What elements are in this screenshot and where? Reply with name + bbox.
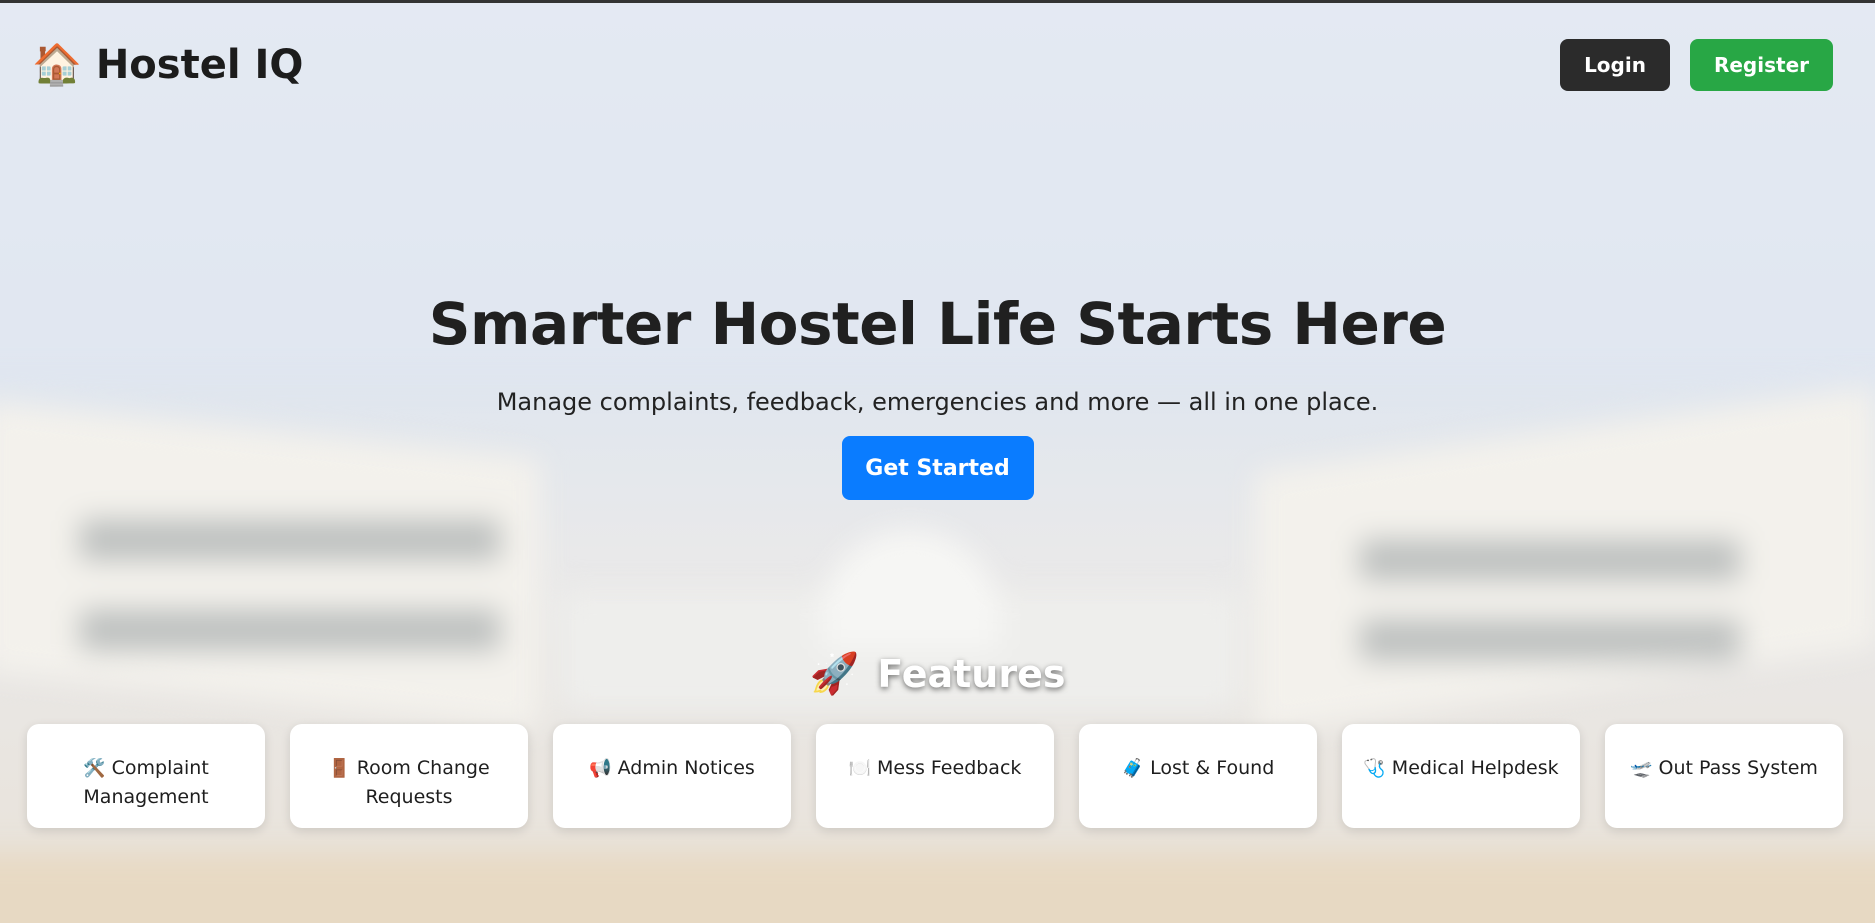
megaphone-icon: 📢 [589, 758, 612, 779]
get-started-button[interactable]: Get Started [841, 436, 1034, 500]
feature-card-room-change-requests[interactable]: 🚪 Room Change Requests [290, 724, 528, 828]
tools-icon: 🛠️ [83, 758, 106, 779]
features-list: 🛠️ Complaint Management 🚪 Room Change Requ… [27, 724, 1843, 828]
door-icon: 🚪 [328, 758, 351, 779]
feature-card-complaint-management[interactable]: 🛠️ Complaint Management [27, 724, 265, 828]
features-heading: 🚀 Features [0, 650, 1875, 697]
feature-label: Out Pass System [1658, 757, 1818, 779]
features-title: Features [877, 651, 1066, 696]
feature-label: Admin Notices [617, 757, 755, 779]
feature-card-lost-and-found[interactable]: 🧳 Lost & Found [1079, 724, 1317, 828]
feature-card-medical-helpdesk[interactable]: 🩺 Medical Helpdesk [1342, 724, 1580, 828]
house-icon: 🏠 [32, 42, 82, 88]
feature-card-admin-notices[interactable]: 📢 Admin Notices [553, 724, 791, 828]
stethoscope-icon: 🩺 [1363, 758, 1386, 779]
brand[interactable]: 🏠 Hostel IQ [32, 42, 303, 88]
feature-label: Mess Feedback [877, 757, 1022, 779]
rocket-icon: 🚀 [809, 651, 860, 697]
auth-buttons: Login Register [1560, 39, 1833, 91]
feature-label: Room Change Requests [356, 757, 490, 808]
hero-section: Smarter Hostel Life Starts Here Manage c… [0, 290, 1875, 500]
login-button[interactable]: Login [1560, 39, 1670, 91]
feature-label: Lost & Found [1150, 757, 1275, 779]
plate-icon: 🍽️ [848, 758, 871, 779]
luggage-icon: 🧳 [1121, 758, 1145, 779]
feature-card-out-pass-system[interactable]: 🛫 Out Pass System [1605, 724, 1843, 828]
hero-subtitle: Manage complaints, feedback, emergencies… [496, 388, 1379, 416]
register-button[interactable]: Register [1689, 39, 1833, 91]
feature-label: Medical Helpdesk [1391, 757, 1559, 779]
airplane-departure-icon: 🛫 [1630, 758, 1653, 779]
hero-heading: Smarter Hostel Life Starts Here [428, 290, 1447, 358]
feature-card-mess-feedback[interactable]: 🍽️ Mess Feedback [816, 724, 1054, 828]
brand-title: Hostel IQ [95, 42, 304, 88]
top-navbar: 🏠 Hostel IQ Login Register [0, 0, 1875, 140]
